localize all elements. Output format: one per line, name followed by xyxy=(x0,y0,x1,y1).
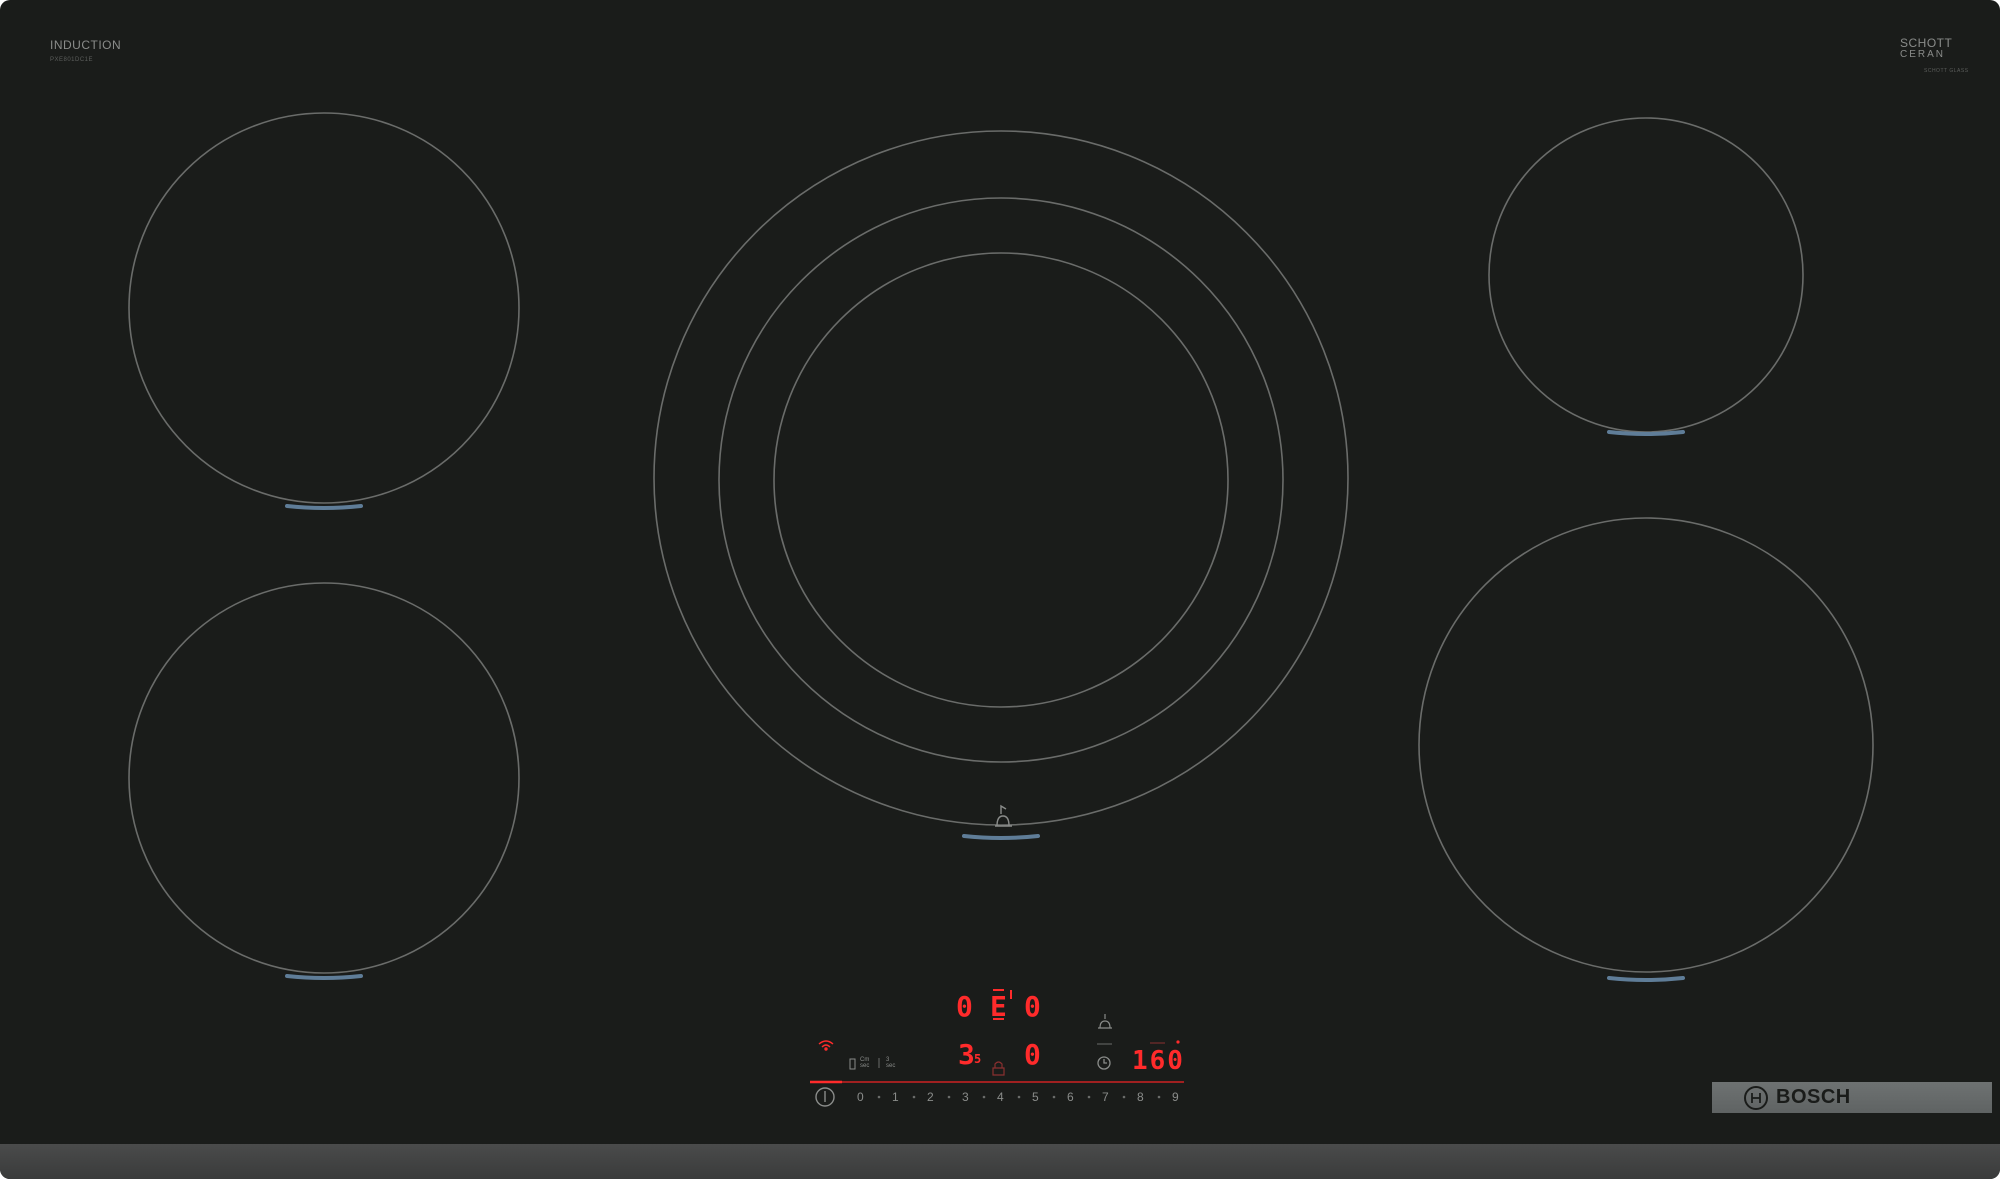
power-scale-dots xyxy=(877,1095,1161,1099)
bosch-armature-icon xyxy=(1751,1092,1761,1103)
induction-cooktop: INDUCTION PXE801DC1E SCHOTT CERAN SCHOTT… xyxy=(0,0,2000,1179)
bosch-brand-plate: BOSCH xyxy=(1712,1082,1992,1113)
bosch-wordmark: BOSCH xyxy=(1776,1086,1851,1108)
bosch-logo-icon xyxy=(1744,1085,1768,1110)
front-frame-strip xyxy=(0,1144,2000,1179)
